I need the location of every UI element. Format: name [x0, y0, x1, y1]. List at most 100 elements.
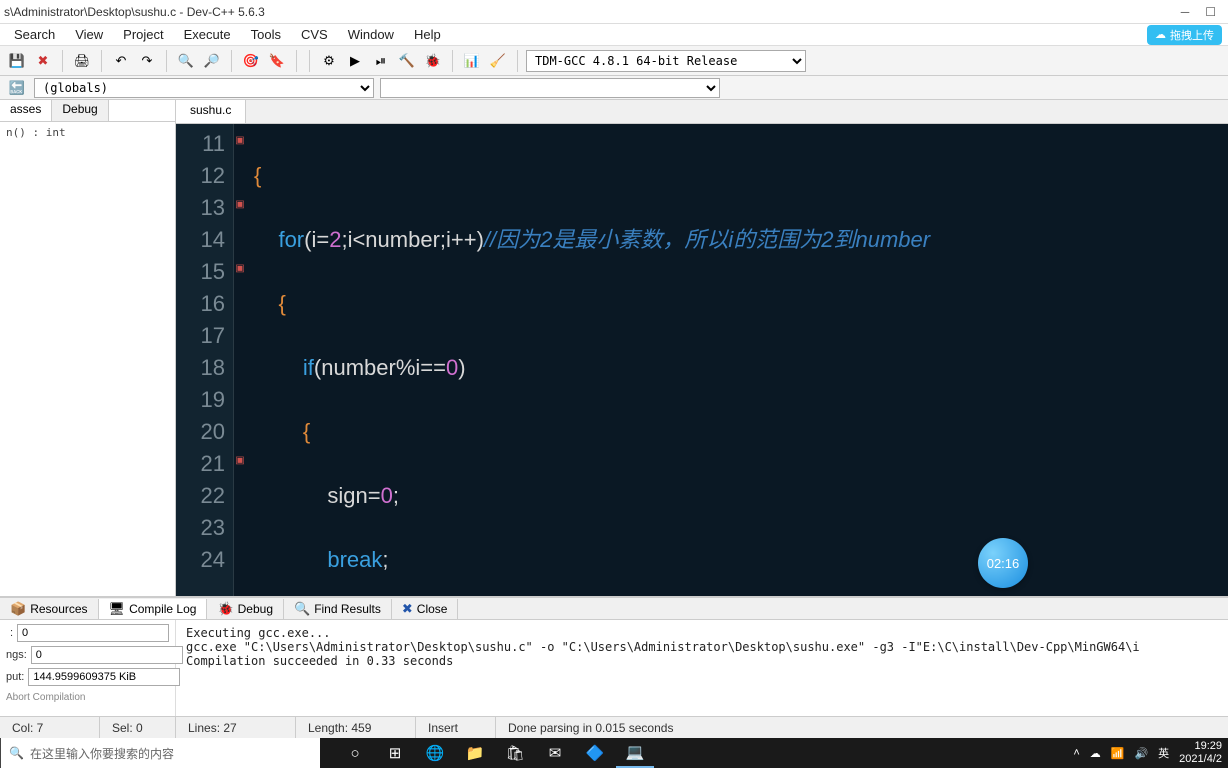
fold-marker-icon[interactable]: ▣: [234, 252, 246, 284]
status-col: Col: 7: [0, 717, 100, 738]
tab-classes[interactable]: asses: [0, 100, 52, 121]
line-gutter: 111213 141516 171819 202122 2324: [176, 124, 234, 596]
fold-marker-icon[interactable]: ▣: [234, 188, 246, 220]
timer-bubble[interactable]: 02:16: [978, 538, 1028, 588]
profile-icon[interactable]: 📊: [461, 50, 483, 72]
taskbar-search[interactable]: 🔍 在这里输入你要搜索的内容: [0, 738, 320, 768]
terminal-icon: 🖥: [109, 601, 126, 617]
goto-icon[interactable]: 🎯: [240, 50, 262, 72]
taskbar: 🔍 在这里输入你要搜索的内容 ○ ⊞ 🌐 📁 🛍 ✉ 🔷 💻 ˄ ☁ 📶 🔊 英…: [0, 738, 1228, 768]
separator: [231, 50, 232, 72]
rebuild-icon[interactable]: 🔨: [396, 50, 418, 72]
separator: [62, 50, 63, 72]
mail-icon[interactable]: ✉: [536, 738, 574, 768]
compiler-select[interactable]: TDM-GCC 4.8.1 64-bit Release: [526, 50, 806, 72]
save-all-icon[interactable]: 💾: [6, 50, 28, 72]
task-view-icon[interactable]: ⊞: [376, 738, 414, 768]
file-tab-strip: sushu.c: [176, 100, 1228, 124]
status-mode: Insert: [416, 717, 496, 738]
cortana-icon[interactable]: ○: [336, 738, 374, 768]
scope-bar: 🔙 (globals): [0, 76, 1228, 100]
menu-execute[interactable]: Execute: [176, 25, 239, 44]
member-select[interactable]: [380, 78, 720, 98]
search-icon: 🔍: [9, 746, 24, 760]
explorer-icon[interactable]: 📁: [456, 738, 494, 768]
replace-icon[interactable]: 🔎: [201, 50, 223, 72]
class-browser-item[interactable]: n() : int: [0, 122, 175, 143]
code-editor[interactable]: 111213 141516 171819 202122 2324 ▣ ▣ ▣ ▣…: [176, 124, 1228, 596]
menu-tools[interactable]: Tools: [243, 25, 289, 44]
abort-compilation-link[interactable]: Abort Compilation: [6, 692, 169, 703]
compile-icon[interactable]: ⚙: [318, 50, 340, 72]
output-label: put:: [6, 671, 24, 683]
status-bar: Col: 7 Sel: 0 Lines: 27 Length: 459 Inse…: [0, 716, 1228, 738]
resources-icon: 📦: [10, 601, 26, 617]
tab-compile-log[interactable]: 🖥Compile Log: [99, 599, 208, 619]
debug-icon[interactable]: 🐞: [422, 50, 444, 72]
menubar: Search View Project Execute Tools CVS Wi…: [0, 24, 1228, 46]
maximize-button[interactable]: ☐: [1205, 5, 1216, 19]
status-lines: Lines: 27: [176, 717, 296, 738]
fold-marker-icon[interactable]: ▣: [234, 124, 246, 156]
menu-window[interactable]: Window: [340, 25, 402, 44]
status-sel: Sel: 0: [100, 717, 176, 738]
volume-icon[interactable]: 🔊: [1134, 747, 1148, 760]
tray-clock[interactable]: 19:29 2021/4/2: [1179, 740, 1222, 766]
devcpp-task-icon[interactable]: 💻: [616, 738, 654, 768]
edge-icon[interactable]: 🌐: [416, 738, 454, 768]
menu-help[interactable]: Help: [406, 25, 449, 44]
separator: [101, 50, 102, 72]
store-icon[interactable]: 🛍: [496, 738, 534, 768]
app-icon[interactable]: 🔷: [576, 738, 614, 768]
code-body[interactable]: { for(i=2;i<number;i++)//因为2是最小素数，所以i的范围…: [246, 124, 1228, 596]
menu-search[interactable]: Search: [6, 25, 63, 44]
tab-resources[interactable]: 📦Resources: [0, 599, 99, 619]
system-tray: ˄ ☁ 📶 🔊 英 19:29 2021/4/2: [1067, 740, 1228, 766]
cloud-icon: ☁: [1155, 28, 1166, 41]
tab-close[interactable]: ✖Close: [392, 599, 459, 619]
redo-icon[interactable]: ↷: [136, 50, 158, 72]
menu-project[interactable]: Project: [115, 25, 171, 44]
tab-debug[interactable]: Debug: [52, 100, 108, 121]
clean-icon[interactable]: 🧹: [487, 50, 509, 72]
menu-cvs[interactable]: CVS: [293, 25, 336, 44]
undo-icon[interactable]: ↶: [110, 50, 132, 72]
separator: [309, 50, 310, 72]
toolbar-main: 💾 ✖ 🖨 ↶ ↷ 🔍 🔎 🎯 🔖 ⚙ ▶ ⏯ 🔨 🐞 📊 🧹 TDM-GCC …: [0, 46, 1228, 76]
tab-debug-bottom[interactable]: 🐞Debug: [207, 599, 284, 619]
bug-icon: 🐞: [217, 601, 233, 617]
cloud-tray-icon[interactable]: ☁: [1090, 747, 1101, 760]
chevron-up-icon[interactable]: ˄: [1073, 747, 1079, 759]
upload-badge[interactable]: ☁ 拖拽上传: [1147, 25, 1222, 45]
compile-run-icon[interactable]: ⏯: [370, 50, 392, 72]
print-icon[interactable]: 🖨: [71, 50, 93, 72]
fold-marker-icon[interactable]: ▣: [234, 444, 246, 476]
bookmark-icon[interactable]: 🔖: [266, 50, 288, 72]
separator: [166, 50, 167, 72]
separator: [517, 50, 518, 72]
close-icon[interactable]: ✖: [32, 50, 54, 72]
titlebar: s\Administrator\Desktop\sushu.c - Dev-C+…: [0, 0, 1228, 24]
find-icon[interactable]: 🔍: [175, 50, 197, 72]
compile-output[interactable]: Executing gcc.exe... gcc.exe "C:\Users\A…: [176, 620, 1228, 716]
ime-indicator[interactable]: 英: [1158, 745, 1169, 761]
minimize-button[interactable]: ─: [1181, 5, 1190, 19]
status-parse: Done parsing in 0.015 seconds: [496, 717, 1228, 738]
separator: [296, 50, 297, 72]
output-panel: 📦Resources 🖥Compile Log 🐞Debug 🔍Find Res…: [0, 596, 1228, 716]
output-size-field[interactable]: [28, 668, 180, 686]
wifi-icon[interactable]: 📶: [1111, 747, 1125, 760]
separator: [452, 50, 453, 72]
errors-field[interactable]: [17, 624, 169, 642]
back-icon[interactable]: 🔙: [6, 77, 28, 99]
file-tab-sushu[interactable]: sushu.c: [176, 100, 246, 123]
window-title: s\Administrator\Desktop\sushu.c - Dev-C+…: [4, 5, 1181, 19]
menu-view[interactable]: View: [67, 25, 111, 44]
close-icon: ✖: [402, 601, 413, 617]
warnings-field[interactable]: [31, 646, 183, 664]
errors-label: :: [6, 627, 13, 639]
tab-find-results[interactable]: 🔍Find Results: [284, 599, 392, 619]
run-icon[interactable]: ▶: [344, 50, 366, 72]
scope-select[interactable]: (globals): [34, 78, 374, 98]
compile-stats: : ngs: put: Abort Compilation: [0, 620, 176, 716]
